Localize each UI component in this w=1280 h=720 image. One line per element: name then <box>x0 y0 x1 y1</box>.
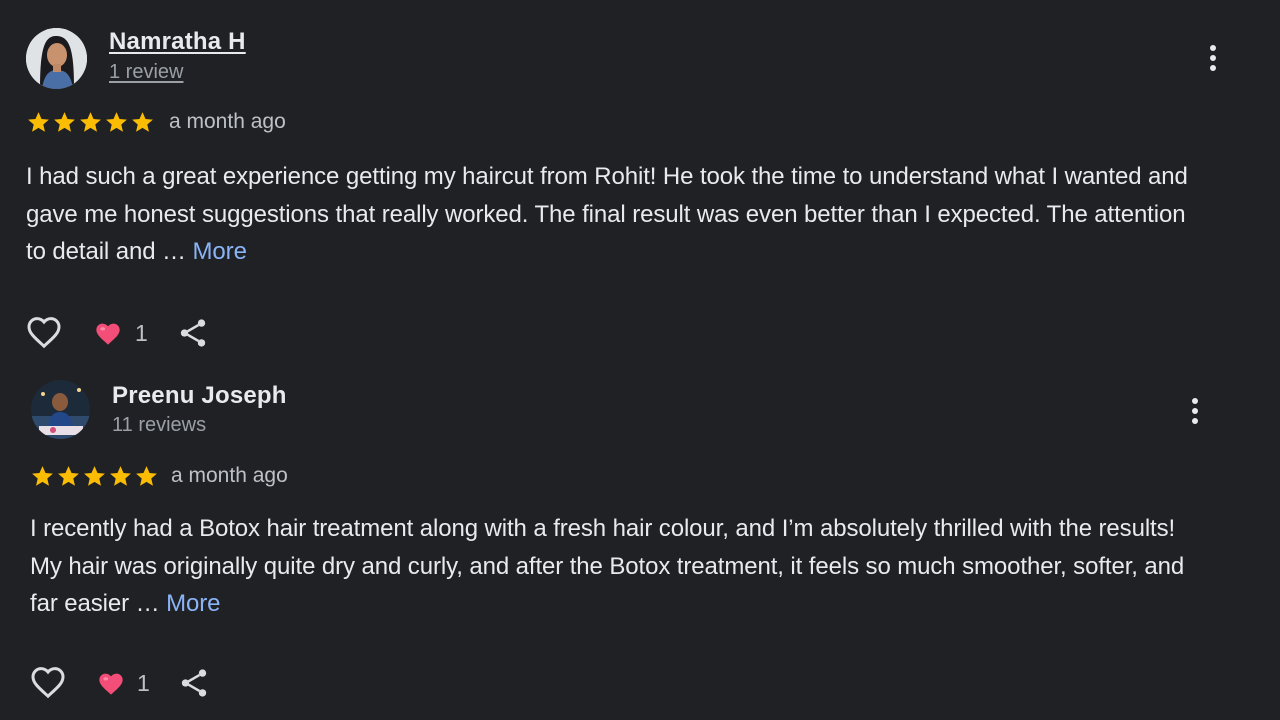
heart-reaction-icon[interactable] <box>97 670 125 696</box>
avatar[interactable] <box>26 28 87 89</box>
reaction-count: 1 <box>137 670 150 696</box>
review-text: I had such a great experience getting my… <box>26 158 1206 271</box>
share-icon[interactable] <box>176 316 210 350</box>
review-time: a month ago <box>171 464 288 487</box>
review-time: a month ago <box>169 110 286 133</box>
review-card: Preenu Joseph 11 reviews a month ago I r… <box>0 360 1280 720</box>
reviewer-name[interactable]: Namratha H <box>109 28 246 56</box>
star-icon <box>110 466 131 486</box>
star-icon <box>106 112 127 132</box>
star-icon <box>58 466 79 486</box>
star-icon <box>80 112 101 132</box>
avatar[interactable] <box>31 380 90 439</box>
star-rating <box>26 110 155 135</box>
like-outline-icon[interactable] <box>24 312 64 352</box>
star-rating <box>30 464 159 489</box>
reviewer-review-count[interactable]: 1 review <box>109 61 183 84</box>
more-vert-icon[interactable] <box>1183 393 1207 429</box>
heart-reaction-icon[interactable] <box>94 320 122 346</box>
star-icon <box>136 466 157 486</box>
reviewer-review-count[interactable]: 11 reviews <box>112 414 206 437</box>
more-vert-icon[interactable] <box>1201 40 1225 76</box>
more-link[interactable]: More <box>166 590 220 617</box>
star-icon <box>84 466 105 486</box>
reaction-count: 1 <box>135 320 148 346</box>
reviewer-name[interactable]: Preenu Joseph <box>112 382 287 410</box>
star-icon <box>32 466 53 486</box>
like-outline-icon[interactable] <box>28 662 68 702</box>
share-icon[interactable] <box>177 666 211 700</box>
review-text: I recently had a Botox hair treatment al… <box>30 510 1210 623</box>
review-card: Namratha H 1 review a month ago I had su… <box>0 0 1280 360</box>
star-icon <box>54 112 75 132</box>
star-icon <box>28 112 49 132</box>
star-icon <box>132 112 153 132</box>
more-link[interactable]: More <box>193 238 247 265</box>
